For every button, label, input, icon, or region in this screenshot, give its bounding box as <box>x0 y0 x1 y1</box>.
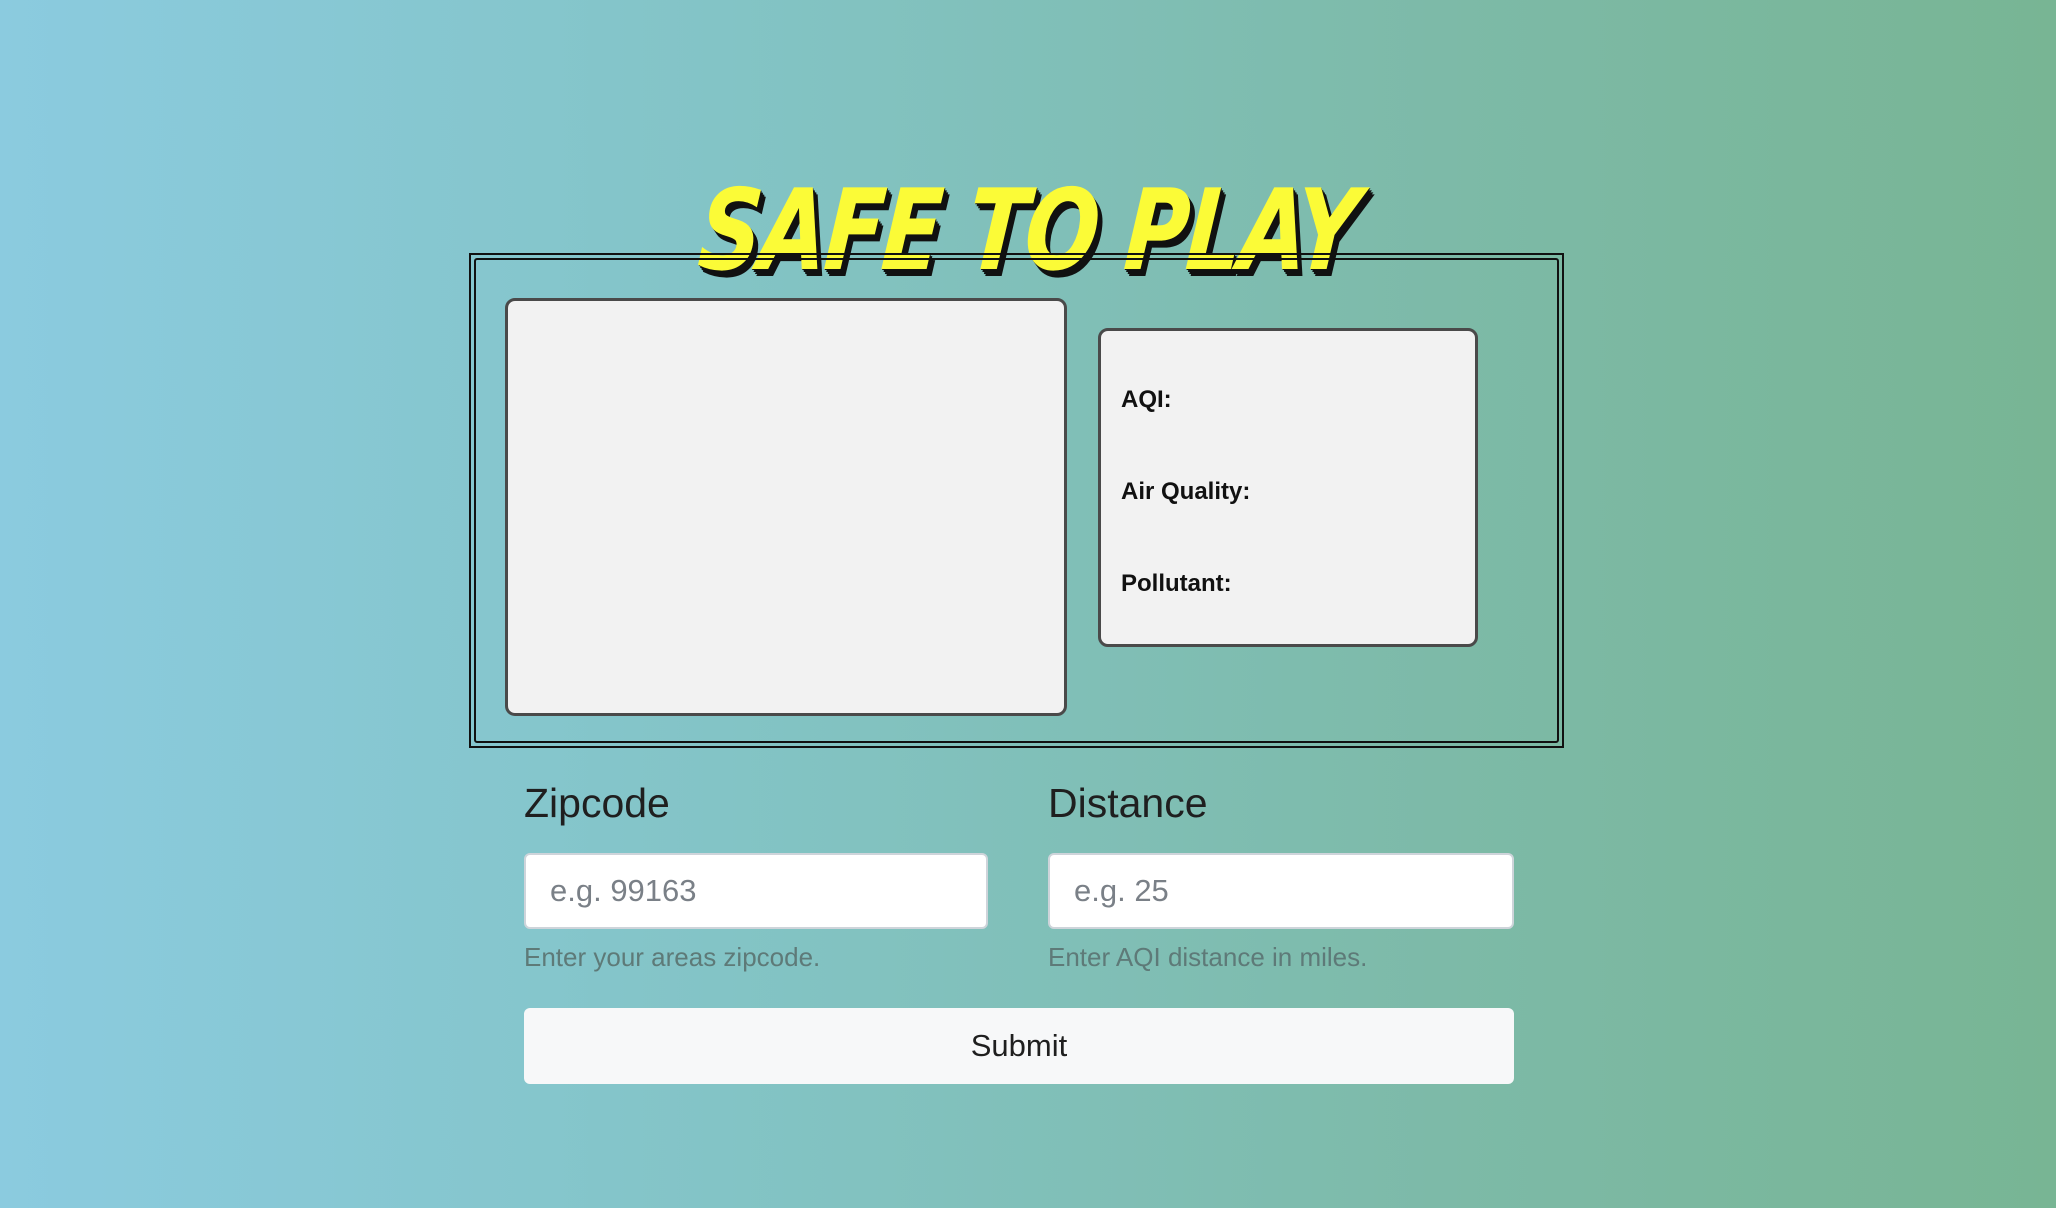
map-container[interactable] <box>505 298 1067 716</box>
zipcode-input[interactable] <box>524 853 988 929</box>
air-quality-label: Air Quality: <box>1121 478 1251 505</box>
distance-label: Distance <box>1048 780 1208 826</box>
distance-input[interactable] <box>1048 853 1514 929</box>
pollutant-label: Pollutant: <box>1121 570 1232 597</box>
zipcode-help-text: Enter your areas zipcode. <box>524 942 821 972</box>
zipcode-label: Zipcode <box>524 780 670 826</box>
air-quality-info-card: AQI: Air Quality: Pollutant: <box>1098 328 1478 647</box>
submit-button[interactable]: Submit <box>524 1008 1514 1084</box>
aqi-label: AQI: <box>1121 386 1172 413</box>
distance-help-text: Enter AQI distance in miles. <box>1048 942 1368 972</box>
